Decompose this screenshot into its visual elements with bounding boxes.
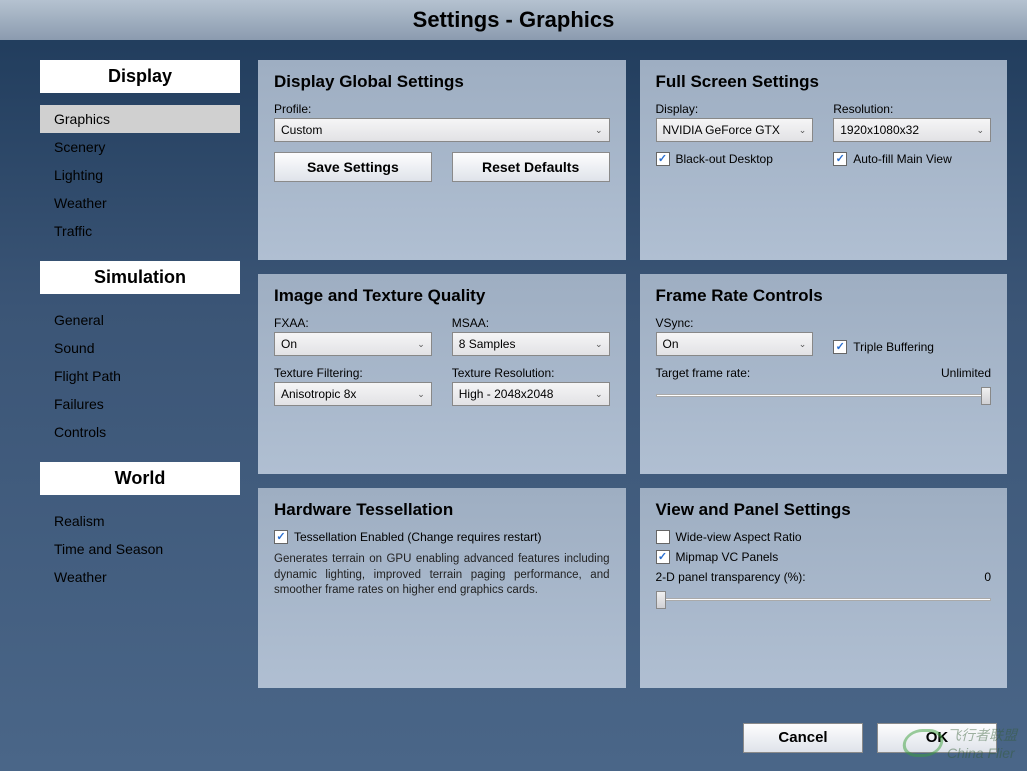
resolution-select[interactable]: 1920x1080x32 ⌄ xyxy=(833,118,991,142)
sidebar-section-header: Display xyxy=(40,60,240,93)
sidebar-item-sound[interactable]: Sound xyxy=(40,334,240,362)
chevron-down-icon: ⌄ xyxy=(799,125,807,136)
wide-view-aspect-checkbox[interactable] xyxy=(656,530,670,544)
panel-title: Image and Texture Quality xyxy=(274,286,610,306)
panel-display-global-settings: Display Global Settings Profile: Custom … xyxy=(258,60,626,260)
sidebar-item-time-and-season[interactable]: Time and Season xyxy=(40,535,240,563)
resolution-label: Resolution: xyxy=(833,102,991,116)
panel-title: Hardware Tessellation xyxy=(274,500,610,520)
vsync-value: On xyxy=(663,337,679,351)
panel-full-screen-settings: Full Screen Settings Display: NVIDIA GeF… xyxy=(640,60,1008,260)
save-settings-button[interactable]: Save Settings xyxy=(274,152,432,182)
profile-label: Profile: xyxy=(274,102,610,116)
profile-value: Custom xyxy=(281,123,322,137)
panel-title: Display Global Settings xyxy=(274,72,610,92)
watermark-logo-icon xyxy=(900,729,946,757)
sidebar-item-lighting[interactable]: Lighting xyxy=(40,161,240,189)
sidebar-item-general[interactable]: General xyxy=(40,306,240,334)
chevron-down-icon: ⌄ xyxy=(799,339,807,350)
chevron-down-icon: ⌄ xyxy=(976,125,984,136)
autofill-main-view-checkbox[interactable]: ✓ xyxy=(833,152,847,166)
sidebar-section-header: Simulation xyxy=(40,261,240,294)
chevron-down-icon: ⌄ xyxy=(595,125,603,136)
target-frame-rate-label: Target frame rate: xyxy=(656,366,751,380)
blackout-desktop-checkbox[interactable]: ✓ xyxy=(656,152,670,166)
tessellation-enabled-checkbox[interactable]: ✓ xyxy=(274,530,288,544)
tessellation-enabled-label: Tessellation Enabled (Change requires re… xyxy=(294,530,541,544)
target-frame-rate-value: Unlimited xyxy=(941,366,991,380)
panel-hardware-tessellation: Hardware Tessellation ✓ Tessellation Ena… xyxy=(258,488,626,688)
autofill-main-view-label: Auto-fill Main View xyxy=(853,152,951,166)
sidebar-item-weather[interactable]: Weather xyxy=(40,563,240,591)
tessellation-description: Generates terrain on GPU enabling advanc… xyxy=(274,552,610,599)
sidebar-item-traffic[interactable]: Traffic xyxy=(40,217,240,245)
chevron-down-icon: ⌄ xyxy=(595,339,603,350)
texture-filtering-value: Anisotropic 8x xyxy=(281,387,356,401)
display-value: NVIDIA GeForce GTX xyxy=(663,123,780,137)
reset-defaults-button[interactable]: Reset Defaults xyxy=(452,152,610,182)
triple-buffering-checkbox[interactable]: ✓ xyxy=(833,340,847,354)
panel-transparency-slider[interactable] xyxy=(656,588,992,616)
panel-frame-rate-controls: Frame Rate Controls VSync: On ⌄ ✓ Triple… xyxy=(640,274,1008,474)
panel-title: View and Panel Settings xyxy=(656,500,992,520)
sidebar-item-weather[interactable]: Weather xyxy=(40,189,240,217)
slider-thumb[interactable] xyxy=(656,591,666,609)
texture-resolution-select[interactable]: High - 2048x2048 ⌄ xyxy=(452,382,610,406)
texture-resolution-value: High - 2048x2048 xyxy=(459,387,554,401)
fxaa-value: On xyxy=(281,337,297,351)
triple-buffering-label: Triple Buffering xyxy=(853,340,934,354)
mipmap-vc-panels-label: Mipmap VC Panels xyxy=(676,550,779,564)
blackout-desktop-label: Black-out Desktop xyxy=(676,152,773,166)
vsync-label: VSync: xyxy=(656,316,814,330)
panel-image-texture-quality: Image and Texture Quality FXAA: On ⌄ MSA… xyxy=(258,274,626,474)
sidebar-section-header: World xyxy=(40,462,240,495)
display-label: Display: xyxy=(656,102,814,116)
texture-resolution-label: Texture Resolution: xyxy=(452,366,610,380)
chevron-down-icon: ⌄ xyxy=(595,389,603,400)
panel-view-panel-settings: View and Panel Settings Wide-view Aspect… xyxy=(640,488,1008,688)
sidebar-item-graphics[interactable]: Graphics xyxy=(40,105,240,133)
panel-title: Full Screen Settings xyxy=(656,72,992,92)
sidebar-item-realism[interactable]: Realism xyxy=(40,507,240,535)
sidebar-item-scenery[interactable]: Scenery xyxy=(40,133,240,161)
slider-thumb[interactable] xyxy=(981,387,991,405)
msaa-select[interactable]: 8 Samples ⌄ xyxy=(452,332,610,356)
target-frame-rate-slider[interactable] xyxy=(656,384,992,412)
slider-track xyxy=(656,598,992,601)
watermark: 飞行者联盟 China Flier xyxy=(903,725,1017,761)
chevron-down-icon: ⌄ xyxy=(417,389,425,400)
wide-view-aspect-label: Wide-view Aspect Ratio xyxy=(676,530,802,544)
panel-title: Frame Rate Controls xyxy=(656,286,992,306)
chevron-down-icon: ⌄ xyxy=(417,339,425,350)
sidebar-item-controls[interactable]: Controls xyxy=(40,418,240,446)
panel-transparency-value: 0 xyxy=(984,570,991,584)
window-title: Settings - Graphics xyxy=(0,0,1027,40)
msaa-value: 8 Samples xyxy=(459,337,516,351)
texture-filtering-label: Texture Filtering: xyxy=(274,366,432,380)
resolution-value: 1920x1080x32 xyxy=(840,123,919,137)
sidebar-item-failures[interactable]: Failures xyxy=(40,390,240,418)
mipmap-vc-panels-checkbox[interactable]: ✓ xyxy=(656,550,670,564)
fxaa-label: FXAA: xyxy=(274,316,432,330)
vsync-select[interactable]: On ⌄ xyxy=(656,332,814,356)
cancel-button[interactable]: Cancel xyxy=(743,723,863,753)
display-select[interactable]: NVIDIA GeForce GTX ⌄ xyxy=(656,118,814,142)
msaa-label: MSAA: xyxy=(452,316,610,330)
profile-select[interactable]: Custom ⌄ xyxy=(274,118,610,142)
panel-transparency-label: 2-D panel transparency (%): xyxy=(656,570,806,584)
slider-track xyxy=(656,394,992,397)
texture-filtering-select[interactable]: Anisotropic 8x ⌄ xyxy=(274,382,432,406)
sidebar-item-flight-path[interactable]: Flight Path xyxy=(40,362,240,390)
watermark-text: 飞行者联盟 China Flier xyxy=(947,725,1017,761)
fxaa-select[interactable]: On ⌄ xyxy=(274,332,432,356)
sidebar: DisplayGraphicsSceneryLightingWeatherTra… xyxy=(40,60,240,688)
